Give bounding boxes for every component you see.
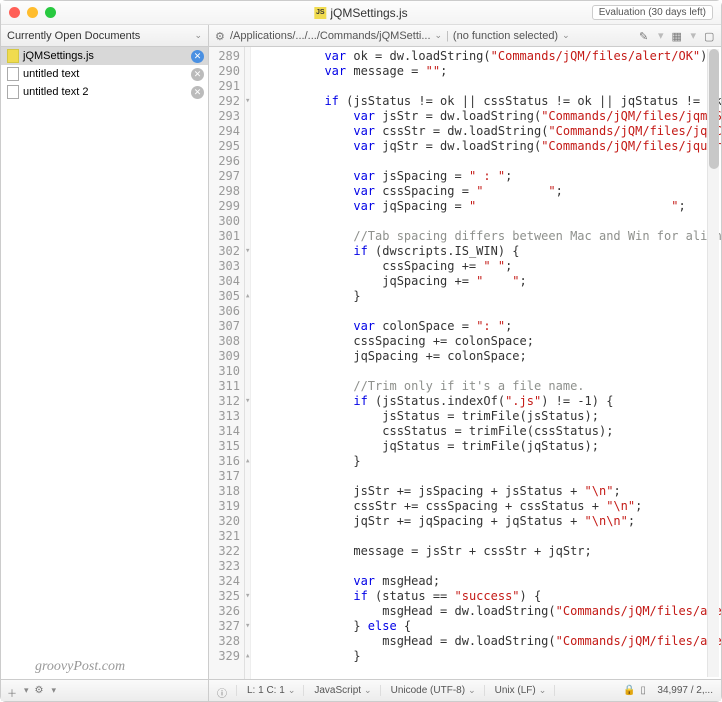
gear-icon[interactable]: ⚙: [215, 30, 226, 41]
line-ending-selector[interactable]: Unix (LF)⌄: [495, 685, 556, 696]
document-icon[interactable]: ▢: [704, 30, 715, 41]
statusbar: ＋▾ ⚙▾ ⓘ L: 1 C: 1⌄ JavaScript⌄ Unicode (…: [1, 679, 721, 701]
window-title-text: jQMSettings.js: [330, 6, 407, 20]
line-number-gutter: 2892902912922932942952962972982993003013…: [209, 47, 245, 679]
evaluation-badge[interactable]: Evaluation (30 days left): [592, 5, 713, 20]
main-content: jQMSettings.js✕untitled text✕untitled te…: [1, 47, 721, 679]
minimize-window-button[interactable]: [27, 7, 38, 18]
js-file-icon: JS: [314, 7, 326, 19]
info-icon[interactable]: ⓘ: [217, 685, 228, 696]
text-file-icon: [7, 67, 19, 81]
window-title: JS jQMSettings.js: [314, 6, 407, 20]
document-item[interactable]: jQMSettings.js ✕: [1, 47, 208, 65]
sidebar-header-label: Currently Open Documents: [7, 30, 140, 42]
toolbar: Currently Open Documents ⌄ ⚙ /Applicatio…: [1, 25, 721, 47]
zoom-window-button[interactable]: [45, 7, 56, 18]
lock-icon[interactable]: 🔒: [623, 685, 634, 696]
breadcrumb-path[interactable]: /Applications/.../.../Commands/jQMSetti.…: [230, 30, 431, 42]
chevron-down-icon: ⌄: [194, 30, 202, 41]
file-size: 34,997 / 2,...: [657, 685, 713, 696]
vertical-scrollbar[interactable]: [707, 49, 719, 677]
document-item[interactable]: untitled text 2 ✕: [1, 83, 208, 101]
sidebar: jQMSettings.js✕untitled text✕untitled te…: [1, 47, 209, 679]
code-editor[interactable]: 2892902912922932942952962972982993003013…: [209, 47, 721, 679]
close-icon[interactable]: ✕: [191, 86, 204, 99]
window-controls: [9, 7, 56, 18]
chevron-updown-icon: ⌄: [435, 30, 443, 41]
function-selector[interactable]: (no function selected): [453, 30, 558, 42]
plus-icon[interactable]: ＋: [7, 685, 18, 696]
scrollbar-thumb[interactable]: [709, 49, 719, 169]
close-icon[interactable]: ✕: [191, 68, 204, 81]
document-item[interactable]: untitled text ✕: [1, 65, 208, 83]
titlebar: JS jQMSettings.js Evaluation (30 days le…: [1, 1, 721, 25]
stack-icon[interactable]: ▦: [671, 30, 682, 41]
gear-icon[interactable]: ⚙: [35, 685, 46, 696]
document-name: untitled text 2: [23, 86, 88, 98]
chevron-updown-icon: ⌄: [562, 30, 570, 41]
text-file-icon: [7, 85, 19, 99]
document-name: jQMSettings.js: [23, 50, 94, 62]
language-selector[interactable]: JavaScript⌄: [314, 685, 380, 696]
js-file-icon: [7, 49, 19, 63]
code-area[interactable]: var ok = dw.loadString("Commands/jQM/fil…: [251, 47, 721, 679]
close-icon[interactable]: ✕: [191, 50, 204, 63]
encoding-selector[interactable]: Unicode (UTF-8)⌄: [391, 685, 485, 696]
sidebar-header[interactable]: Currently Open Documents ⌄: [1, 25, 209, 46]
close-window-button[interactable]: [9, 7, 20, 18]
document-name: untitled text: [23, 68, 79, 80]
cursor-position[interactable]: L: 1 C: 1⌄: [247, 685, 304, 696]
watermark: groovyPost.com: [35, 659, 125, 675]
document-icon: ▯: [640, 685, 651, 696]
pencil-icon[interactable]: ✎: [639, 30, 650, 41]
